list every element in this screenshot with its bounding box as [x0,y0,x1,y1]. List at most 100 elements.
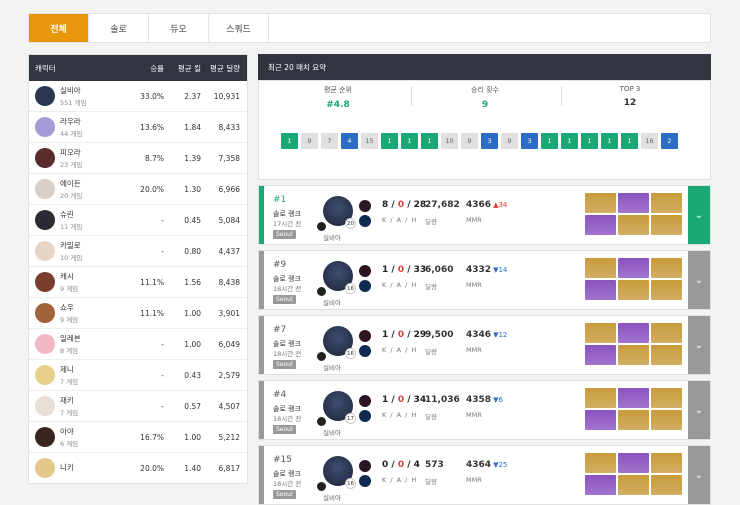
winrate-cell: - [161,339,164,349]
winrate-cell: - [161,370,164,380]
mmr-number: 4366 [466,200,492,210]
table-row[interactable]: 카밀로 10 게임 - 0.80 4,437 [29,236,247,267]
table-row[interactable]: 캐시 9 게임 11.1% 1.56 8,438 [29,267,247,298]
character-games: 6 게임 [60,440,79,448]
character-cell: 캐시 9 게임 [29,271,134,293]
expand-button[interactable]: ⌄ [688,381,710,439]
tab-squad[interactable]: 스쿼드 [209,14,269,42]
table-row[interactable]: 에이든 20 게임 20.0% 1.30 6,966 [29,174,247,205]
trait-icon [359,265,371,277]
winrate-cell: 8.7% [144,153,164,163]
match-rank: #7 [273,325,287,335]
kills: 1 [382,265,389,275]
match-card[interactable]: #15 솔로 랭크 18시간 전 Seoul 16 실비아 0 / 0 / 4 … [258,445,711,505]
match-card[interactable]: #4 솔로 랭크 18시간 전 Seoul 17 실비아 1 / 0 / 34 … [258,380,711,440]
expand-button[interactable]: ⌄ [688,251,710,309]
damage-label: 딜량 [425,348,437,356]
item-slot [618,258,649,278]
tab-solo[interactable]: 솔로 [89,14,149,42]
table-row[interactable]: 제니 7 게임 - 0.43 2,579 [29,360,247,391]
mmr-number: 4358 [466,395,492,405]
character-name: 재키 [60,396,74,405]
avg-damage-cell: 10,931 [213,91,240,101]
damage-label: 딜량 [425,413,437,421]
avg-damage-cell: 3,901 [218,308,240,318]
damage-value: 6,060 [425,265,454,275]
table-row[interactable]: 일레븐 8 게임 - 1.00 6,049 [29,329,247,360]
weapon-icon [316,351,327,362]
table-row[interactable]: 아야 6 게임 16.7% 1.00 5,212 [29,422,247,453]
result-bar [259,251,264,309]
mmr-value: 4364 ▼25 [466,460,507,470]
avg-damage-cell: 6,817 [218,463,240,473]
item-slot [585,410,616,430]
summary-title: 최근 20 매치 요약 [258,54,711,80]
table-row[interactable]: 라우라 44 게임 13.6% 1.84 8,433 [29,112,247,143]
character-cell: 슈린 11 게임 [29,209,134,231]
item-slot [618,323,649,343]
level-badge: 16 [345,348,356,359]
rank-chip: 9 [461,133,478,149]
header-avg-kill: 평균 킬 [177,63,201,73]
table-row[interactable]: 피오라 23 게임 8.7% 1.39 7,358 [29,143,247,174]
item-slot [618,280,649,300]
item-build [585,388,682,430]
item-slot [585,453,616,473]
level-badge: 16 [345,478,356,489]
assists: 4 [413,460,420,470]
avg-damage-cell: 6,966 [218,184,240,194]
avg-kill-cell: 0.45 [184,215,201,225]
kda: 0 / 0 / 4 [382,460,420,470]
item-slot [618,475,649,495]
avg-kill-cell: 1.39 [184,153,201,163]
skill-icon [359,345,371,357]
skill-icon [359,280,371,292]
match-card[interactable]: #9 솔로 랭크 18시간 전 Seoul 16 실비아 1 / 0 / 33 … [258,250,711,310]
rank-chip: 1 [601,133,618,149]
rank-chip: 1 [281,133,298,149]
match-rank: #4 [273,390,287,400]
table-row[interactable]: 쇼우 9 게임 11.1% 1.00 3,901 [29,298,247,329]
match-card[interactable]: #1 솔로 랭크 17시간 전 Seoul 20 실비아 8 / 0 / 28 … [258,185,711,245]
expand-button[interactable]: ⌄ [688,186,710,244]
character-avatar [35,365,55,385]
table-row[interactable]: 실비아 551 게임 33.0% 2.37 10,931 [29,81,247,112]
avg-damage-cell: 2,579 [218,370,240,380]
damage-value: 573 [425,460,444,470]
table-row[interactable]: 니키 20.0% 1.40 6,817 [29,453,247,483]
mmr-label: MMR [466,411,482,419]
character-avatar [35,427,55,447]
mmr-label: MMR [466,476,482,484]
expand-button[interactable]: ⌄ [688,446,710,504]
top3-block: TOP 3 12 [555,85,705,108]
character-cell: 라우라 44 게임 [29,116,134,138]
mmr-value: 4332 ▼14 [466,265,507,275]
character-name: 실비아 [323,299,341,307]
match-time: 18시간 전 [273,285,302,293]
tab-all[interactable]: 전체 [29,14,89,42]
table-row[interactable]: 슈린 11 게임 - 0.45 5,084 [29,205,247,236]
character-cell: 실비아 551 게임 [29,85,134,107]
trait-icon [359,330,371,342]
kda-label: K / A / H [382,346,418,354]
avg-damage-cell: 7,358 [218,153,240,163]
summary-panel: 평균 순위 #4.8 승리 횟수 9 TOP 3 12 1 9 7 4 15 1 1 1 10 9… [258,80,711,180]
winrate-cell: - [161,401,164,411]
region-badge: Seoul [273,360,296,369]
mode-tabs: 전체 솔로 듀오 스쿼드 [28,13,711,43]
chevron-down-icon: ⌄ [694,209,704,221]
character-avatar [35,334,55,354]
tab-duo[interactable]: 듀오 [149,14,209,42]
avg-kill-cell: 1.40 [184,463,201,473]
winrate-cell: 20.0% [140,184,164,194]
trait-icon [359,395,371,407]
expand-button[interactable]: ⌄ [688,316,710,374]
damage-label: 딜량 [425,478,437,486]
item-slot [651,215,682,235]
character-games: 11 게임 [60,223,83,231]
table-row[interactable]: 재키 7 게임 - 0.57 4,507 [29,391,247,422]
match-card[interactable]: #7 솔로 랭크 18시간 전 Seoul 16 실비아 1 / 0 / 29 … [258,315,711,375]
character-name: 카밀로 [60,241,81,250]
character-name: 실비아 [323,364,341,372]
item-slot [651,410,682,430]
